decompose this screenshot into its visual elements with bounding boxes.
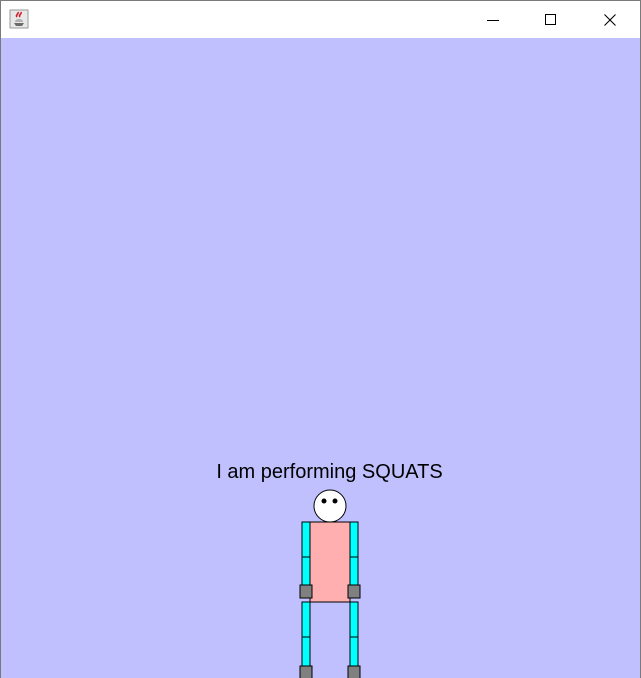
left-thigh	[301, 601, 311, 638]
stick-figure	[299, 489, 361, 678]
exercise-canvas: I am performing SQUATS	[1, 38, 640, 678]
title-bar[interactable]	[1, 1, 640, 38]
torso	[309, 521, 351, 603]
right-forearm	[349, 556, 359, 586]
left-upper-arm	[301, 521, 311, 558]
minimize-icon	[487, 19, 499, 21]
head	[313, 489, 347, 523]
close-button[interactable]	[581, 1, 639, 38]
right-foot	[347, 665, 361, 678]
maximize-icon	[545, 13, 556, 25]
right-thigh	[349, 601, 359, 638]
app-window: I am performing SQUATS	[0, 0, 641, 678]
left-forearm	[301, 556, 311, 586]
left-foot	[299, 665, 313, 678]
left-hand	[299, 584, 313, 599]
left-eye	[321, 498, 327, 504]
right-shin	[349, 636, 359, 667]
right-hand	[347, 584, 361, 599]
right-eye	[332, 498, 338, 504]
close-icon	[604, 13, 616, 26]
right-upper-arm	[349, 521, 359, 558]
java-cup-icon	[9, 9, 29, 29]
minimize-button[interactable]	[464, 1, 522, 38]
maximize-button[interactable]	[522, 1, 580, 38]
left-shin	[301, 636, 311, 667]
